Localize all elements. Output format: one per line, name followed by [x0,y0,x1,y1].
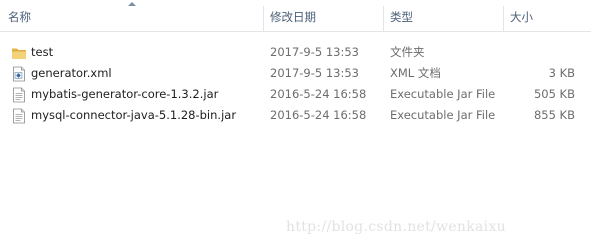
watermark: http://blog.csdn.net/wenkaixu [286,219,506,235]
file-name: test [31,45,54,59]
column-divider[interactable] [383,6,384,32]
file-type: Executable Jar File [390,87,496,101]
file-row[interactable]: mysql-connector-java-5.1.28-bin.jar 2016… [5,105,591,126]
file-date: 2017-9-5 13:53 [270,45,359,59]
file-size: 505 KB [533,87,575,101]
file-type: 文件夹 [390,45,425,59]
jar-file-icon [13,87,25,103]
file-date: 2017-9-5 13:53 [270,66,359,80]
column-header-bar: 名称 修改日期 类型 大小 [0,0,591,32]
explorer-window: 名称 修改日期 类型 大小 test 2017-9-5 13:53 文件夹 ge… [0,0,591,251]
folder-icon [12,48,26,59]
file-name: mysql-connector-java-5.1.28-bin.jar [31,108,237,122]
file-size: 855 KB [533,108,575,122]
xml-file-icon [13,66,25,82]
column-header-date[interactable]: 修改日期 [270,0,316,32]
file-name: generator.xml [31,66,112,80]
file-date: 2016-5-24 16:58 [270,108,367,122]
column-divider[interactable] [503,6,504,32]
file-row[interactable]: test 2017-9-5 13:53 文件夹 [5,42,591,63]
column-header-name[interactable]: 名称 [8,0,31,32]
file-size: 3 KB [548,66,575,80]
jar-file-icon [13,108,25,124]
file-type: Executable Jar File [390,108,496,122]
column-divider[interactable] [263,6,264,32]
file-row[interactable]: generator.xml 2017-9-5 13:53 XML 文档 3 KB [5,63,591,84]
sort-ascending-icon [128,2,136,6]
file-date: 2016-5-24 16:58 [270,87,367,101]
file-row[interactable]: mybatis-generator-core-1.3.2.jar 2016-5-… [5,84,591,105]
column-header-type[interactable]: 类型 [390,0,413,32]
file-name: mybatis-generator-core-1.3.2.jar [31,87,219,101]
column-header-size[interactable]: 大小 [510,0,533,32]
file-type: XML 文档 [390,66,441,80]
